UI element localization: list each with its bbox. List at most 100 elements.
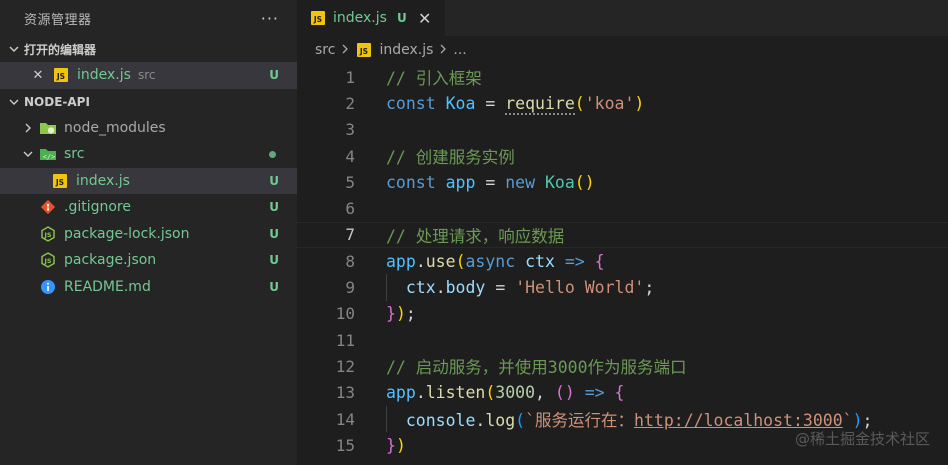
- tree-item-label: node_modules: [64, 119, 166, 136]
- code-number: 3000: [495, 383, 536, 403]
- line-number: 2: [345, 93, 355, 113]
- code-line: 4 // 创建服务实例: [297, 143, 948, 169]
- breadcrumb-symbol[interactable]: ...: [453, 42, 466, 58]
- code-string: `服务运行在：: [525, 411, 635, 430]
- code-keyword: new: [505, 172, 536, 192]
- code-bracket: (: [515, 411, 526, 430]
- close-icon[interactable]: ✕: [30, 67, 46, 83]
- code-variable: console: [405, 411, 476, 430]
- git-status-badge: U: [269, 173, 279, 188]
- vscode-window: 资源管理器 ··· 打开的编辑器 ✕ JS index.js src U NOD…: [0, 0, 948, 465]
- code-bracket: }: [386, 304, 396, 324]
- code-variable: app: [445, 172, 476, 192]
- open-editors-header[interactable]: 打开的编辑器: [0, 36, 297, 62]
- folder-node-icon: [39, 119, 57, 137]
- chevron-down-icon: [6, 41, 22, 57]
- tree-item-readme-md[interactable]: README.md U: [0, 274, 297, 301]
- js-file-icon: JS: [51, 172, 69, 190]
- code-line-current: 7 // 处理请求，响应数据: [297, 221, 948, 249]
- code-bracket: ): [395, 435, 406, 455]
- git-status-badge: U: [269, 279, 279, 294]
- tree-item-package-lock-json[interactable]: JS package-lock.json U: [0, 221, 297, 248]
- code-editor[interactable]: 1 // 引入框架 2 const Koa = require('koa') 3…: [297, 64, 948, 458]
- code-line: 12 // 启动服务，并使用3000作为服务端口: [297, 353, 948, 379]
- tree-item-label: src: [64, 146, 85, 163]
- tree-item-src[interactable]: </> src: [0, 141, 297, 168]
- js-file-icon: JS: [309, 9, 327, 27]
- code-line: 6: [297, 195, 948, 221]
- explorer-title: 资源管理器: [24, 12, 92, 28]
- more-actions-icon[interactable]: ···: [261, 9, 279, 28]
- code-line: 13 app.listen(3000, () => {: [297, 380, 948, 406]
- tree-item-package-json[interactable]: JS package.json U: [0, 247, 297, 274]
- line-number: 12: [335, 356, 355, 376]
- open-editor-label: index.js: [77, 67, 131, 84]
- close-icon[interactable]: ✕: [417, 9, 433, 28]
- tree-item-index-js[interactable]: JS index.js U: [0, 167, 297, 194]
- code-bracket: (): [574, 172, 595, 192]
- line-number: 9: [345, 278, 355, 298]
- tree-item-label: .gitignore: [64, 199, 131, 216]
- explorer-sidebar: 资源管理器 ··· 打开的编辑器 ✕ JS index.js src U NOD…: [0, 0, 297, 465]
- js-file-icon: JS: [355, 41, 373, 59]
- git-status-badge: U: [269, 226, 279, 241]
- line-number: 3: [345, 120, 355, 140]
- git-status-badge: U: [269, 200, 279, 215]
- code-bracket: {: [594, 251, 605, 271]
- chevron-right-icon: [340, 43, 350, 57]
- tab-index-js[interactable]: JS index.js U ✕: [297, 0, 445, 36]
- nodejs-icon: JS: [39, 251, 57, 269]
- code-operator: =: [485, 172, 496, 192]
- code-operator: .: [415, 251, 426, 271]
- tree-item-label: index.js: [76, 172, 130, 189]
- line-number: 8: [345, 251, 355, 271]
- breadcrumb-folder[interactable]: src: [315, 42, 335, 58]
- tab-label: index.js: [333, 10, 387, 26]
- code-bracket: (: [485, 383, 496, 403]
- nodejs-icon: JS: [39, 225, 57, 243]
- tree-item-node-modules[interactable]: node_modules: [0, 115, 297, 142]
- folder-src-icon: </>: [39, 145, 57, 163]
- code-line: 9 ctx.body = 'Hello World';: [297, 274, 948, 301]
- open-editor-folder: src: [137, 68, 156, 83]
- code-function: require: [505, 93, 575, 115]
- code-bracket: (): [554, 383, 575, 403]
- line-number: 10: [335, 304, 355, 324]
- watermark: @稀土掘金技术社区: [794, 430, 930, 448]
- code-parameter: ctx: [405, 278, 436, 298]
- code-comment: // 引入框架: [386, 69, 482, 89]
- open-editor-item-index-js[interactable]: ✕ JS index.js src U: [0, 62, 297, 89]
- svg-text:JS: JS: [43, 257, 51, 265]
- breadcrumb: src JS index.js ...: [297, 36, 948, 64]
- code-comment: // 处理请求，响应数据: [386, 226, 565, 246]
- tree-item-gitignore[interactable]: .gitignore U: [0, 194, 297, 221]
- line-number: 4: [345, 146, 355, 166]
- svg-text:JS: JS: [55, 178, 64, 187]
- tree-item-label: package-lock.json: [64, 225, 190, 242]
- tab-bar: JS index.js U ✕: [297, 0, 948, 36]
- code-line: 1 // 引入框架: [297, 64, 948, 90]
- line-number: 14: [335, 409, 355, 429]
- git-status-badge: U: [269, 253, 279, 268]
- code-operator: .: [435, 278, 446, 298]
- code-bracket: ): [395, 304, 406, 324]
- code-punctuation: ;: [644, 278, 655, 298]
- chevron-down-icon: [6, 94, 22, 110]
- code-function: use: [425, 251, 456, 271]
- breadcrumb-file[interactable]: index.js: [379, 42, 433, 58]
- code-bracket: }: [386, 435, 396, 455]
- code-bracket: (: [455, 251, 466, 271]
- code-operator: =>: [584, 383, 605, 403]
- project-header[interactable]: NODE-API: [0, 89, 297, 115]
- code-line: 2 const Koa = require('koa'): [297, 90, 948, 116]
- code-line: 3: [297, 117, 948, 143]
- code-punctuation: ;: [405, 304, 416, 324]
- git-status-badge: U: [269, 68, 279, 83]
- code-variable: Koa: [445, 93, 476, 113]
- chevron-right-icon: [20, 120, 36, 136]
- code-operator: =: [485, 93, 496, 113]
- tree-item-label: README.md: [64, 278, 151, 295]
- code-string: 'koa': [584, 93, 635, 113]
- indent-guide: [386, 274, 387, 301]
- code-comment: // 创建服务实例: [386, 148, 515, 168]
